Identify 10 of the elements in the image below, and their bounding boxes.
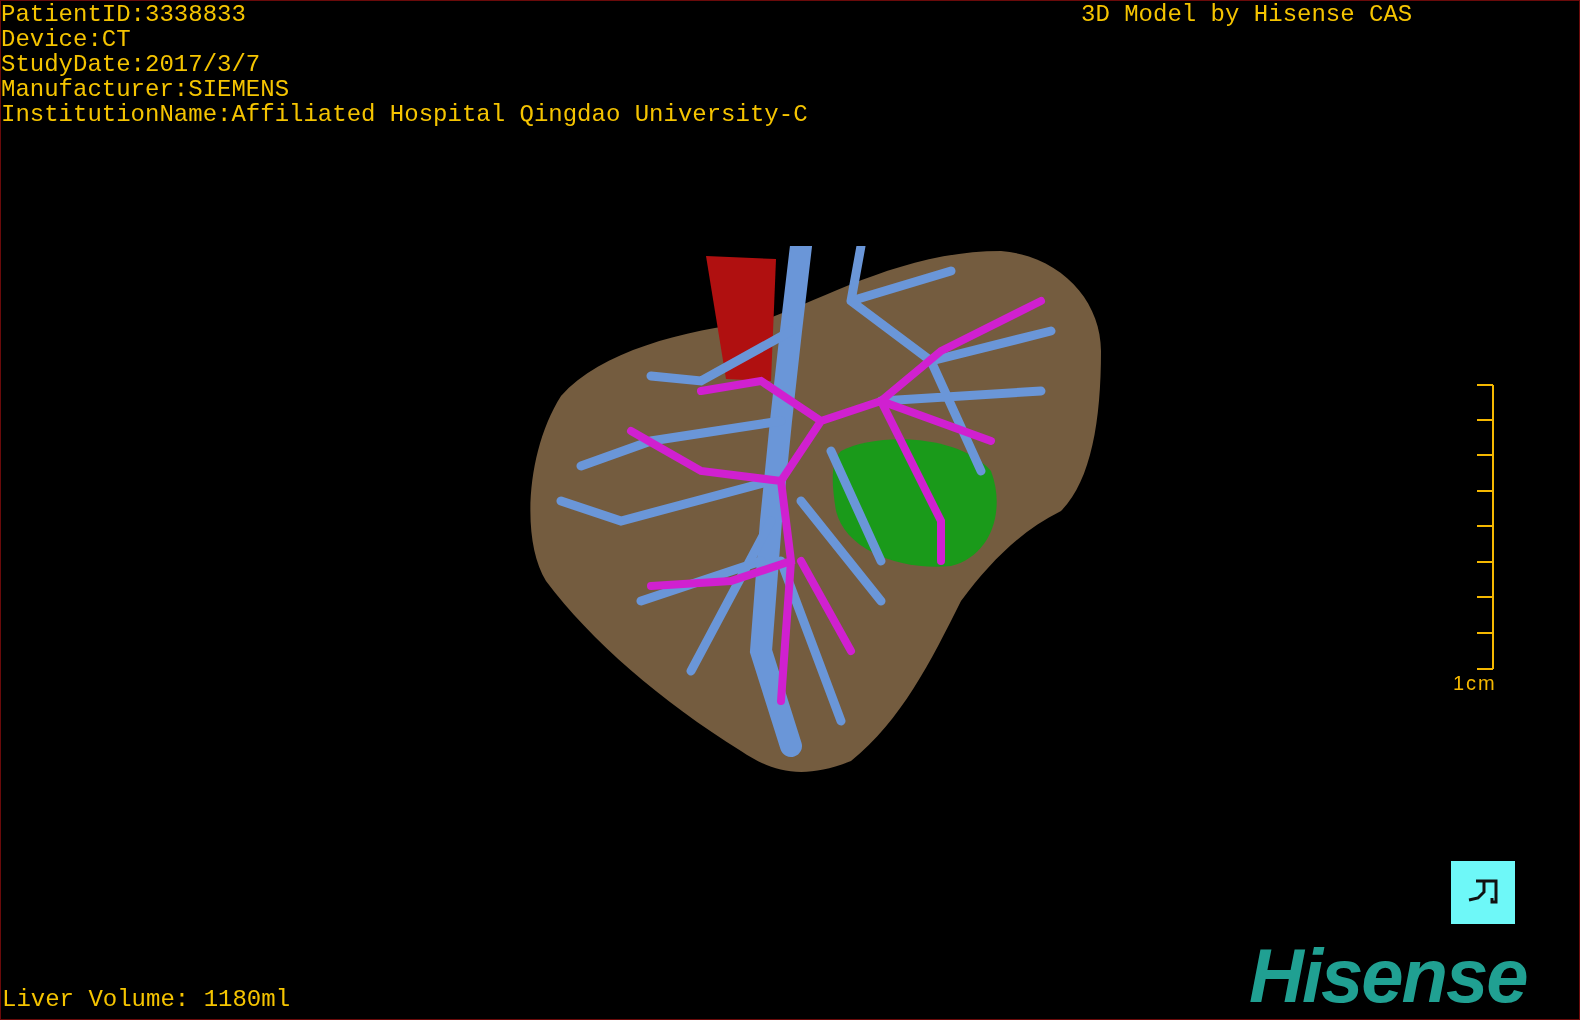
- patient-info-line: Manufacturer:SIEMENS: [1, 77, 291, 102]
- logo-text: Hisense: [1249, 936, 1527, 1016]
- model-credit-text: 3D Model by Hisense CAS: [1081, 2, 1413, 27]
- patient-info-line: InstitutionName:Affiliated Hospital Qingdao University-C: [1, 102, 808, 127]
- liver-volume-text: Liver Volume: 1180ml: [2, 987, 291, 1012]
- patient-info-line: Device:CT: [1, 27, 132, 52]
- scale-bar-label: 1cm: [1453, 672, 1497, 694]
- patient-info-line: StudyDate:2017/3/7: [1, 52, 262, 77]
- patient-info-line: PatientID:3338833: [1, 2, 247, 27]
- view-mode-button[interactable]: [1451, 861, 1515, 924]
